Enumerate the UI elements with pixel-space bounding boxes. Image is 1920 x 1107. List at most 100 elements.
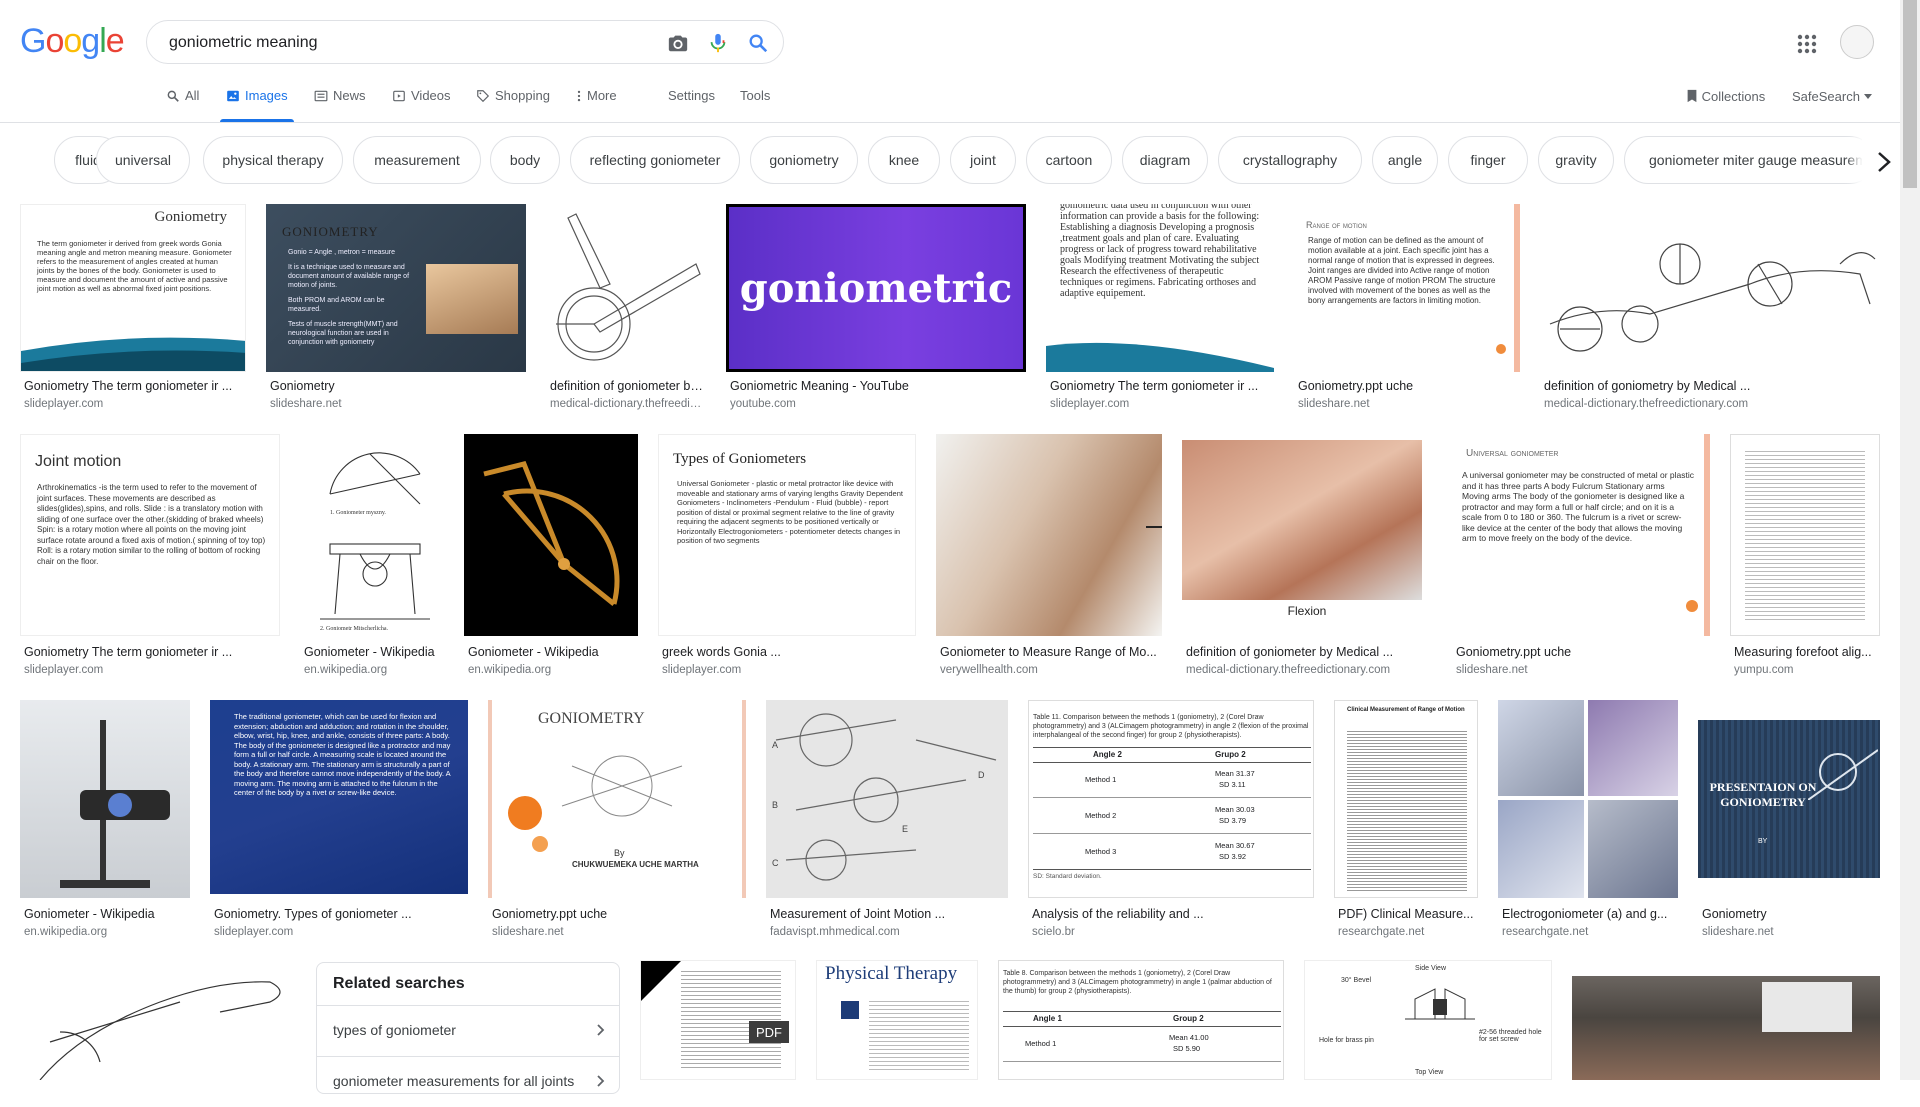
image-result[interactable]: [1572, 976, 1880, 1080]
result-source[interactable]: medical-dictionary.thefreedictionary.com: [1544, 398, 1880, 410]
image-result[interactable]: goniometric Goniometric Meaning - YouTub…: [726, 204, 1026, 414]
result-caption[interactable]: Electrogoniometer (a) and g...: [1502, 907, 1678, 921]
tab-tools[interactable]: Tools: [740, 88, 770, 122]
image-result[interactable]: Electrogoniometer (a) and g... researchg…: [1498, 700, 1678, 946]
result-thumbnail[interactable]: Range of motion Range of motion can be d…: [1294, 204, 1520, 372]
result-caption[interactable]: greek words Gonia ...: [662, 645, 916, 659]
scrollbar-thumb[interactable]: [1903, 0, 1917, 188]
chip[interactable]: measurement: [353, 136, 481, 184]
result-thumbnail[interactable]: Goniometry The term goniometer ir derive…: [20, 204, 246, 372]
image-result[interactable]: Clinical Measurement of Range of Motion …: [1334, 700, 1478, 946]
result-thumbnail[interactable]: [1540, 204, 1880, 372]
result-thumbnail[interactable]: A B C D E: [766, 700, 1008, 898]
result-thumbnail[interactable]: PRESENTAION ON GONIOMETRY BY: [1698, 700, 1880, 898]
result-thumbnail[interactable]: Physical Therapy: [816, 960, 978, 1080]
result-thumbnail[interactable]: Joint motion Arthrokinematics -is the te…: [20, 434, 280, 636]
result-source[interactable]: slideshare.net: [1456, 664, 1710, 676]
result-source[interactable]: slideplayer.com: [662, 664, 916, 676]
chip[interactable]: body: [490, 136, 560, 184]
result-thumbnail[interactable]: GONIOMETRY Gonio = Angle , metron = meas…: [266, 204, 526, 372]
image-result[interactable]: Table 11. Comparison between the methods…: [1028, 700, 1314, 946]
microphone-icon[interactable]: [707, 32, 729, 54]
result-thumbnail[interactable]: GONIOMETRY By CHUKWUEMEKA UCHE MARTHA: [488, 700, 746, 898]
image-result[interactable]: A B C D E Measurement of Joint Motion ..…: [766, 700, 1008, 946]
result-source[interactable]: en.wikipedia.org: [304, 664, 444, 676]
apps-grid-icon[interactable]: [1795, 32, 1819, 56]
result-caption[interactable]: definition of goniometer by Medical ...: [550, 379, 706, 393]
result-caption[interactable]: Goniometer to Measure Range of Mo...: [940, 645, 1162, 659]
search-input[interactable]: [167, 31, 631, 55]
result-caption[interactable]: Goniometer - Wikipedia: [468, 645, 638, 659]
tab-news[interactable]: News: [314, 88, 366, 122]
result-thumbnail[interactable]: [1730, 434, 1880, 636]
result-source[interactable]: scielo.br: [1032, 926, 1314, 938]
result-source[interactable]: slideplayer.com: [1050, 398, 1274, 410]
image-result[interactable]: Goniometry The term goniometer ir derive…: [20, 204, 246, 414]
image-result[interactable]: Range of motion Range of motion can be d…: [1294, 204, 1520, 414]
result-caption[interactable]: Analysis of the reliability and ...: [1032, 907, 1314, 921]
result-source[interactable]: fadavispt.mhmedical.com: [770, 926, 1008, 938]
result-source[interactable]: researchgate.net: [1338, 926, 1478, 938]
image-result[interactable]: goniometric data used in conjunction wit…: [1046, 204, 1274, 414]
chip[interactable]: physical therapy: [203, 136, 343, 184]
result-caption[interactable]: Goniometry. Types of goniometer ...: [214, 907, 468, 921]
tab-videos[interactable]: Videos: [392, 88, 451, 122]
result-caption[interactable]: definition of goniometry by Medical ...: [1544, 379, 1880, 393]
result-caption[interactable]: Goniometry The term goniometer ir ...: [24, 645, 280, 659]
result-thumbnail[interactable]: [464, 434, 638, 636]
result-source[interactable]: slideplayer.com: [24, 664, 280, 676]
chip[interactable]: goniometer miter gauge measurement: [1624, 136, 1874, 184]
chip[interactable]: diagram: [1122, 136, 1208, 184]
result-thumbnail[interactable]: Clinical Measurement of Range of Motion: [1334, 700, 1478, 898]
result-thumbnail[interactable]: Table 11. Comparison between the methods…: [1028, 700, 1314, 898]
result-source[interactable]: verywellhealth.com: [940, 664, 1162, 676]
result-source[interactable]: slideplayer.com: [214, 926, 468, 938]
tab-more[interactable]: More: [576, 88, 617, 122]
image-result[interactable]: Joint motion Arthrokinematics -is the te…: [20, 434, 280, 680]
result-source[interactable]: slideshare.net: [1702, 926, 1880, 938]
image-result[interactable]: Goniometer - Wikipedia en.wikipedia.org: [464, 434, 638, 680]
result-thumbnail[interactable]: The traditional goniometer, which can be…: [210, 700, 468, 894]
image-result[interactable]: The traditional goniometer, which can be…: [210, 700, 468, 946]
result-source[interactable]: researchgate.net: [1502, 926, 1678, 938]
image-result[interactable]: definition of goniometry by Medical ... …: [1540, 204, 1880, 414]
result-thumbnail[interactable]: [1572, 976, 1880, 1080]
result-caption[interactable]: Goniometry.ppt uche: [1298, 379, 1520, 393]
result-caption[interactable]: Measuring forefoot alig...: [1734, 645, 1880, 659]
image-result[interactable]: PRESENTAION ON GONIOMETRY BY Goniometry …: [1698, 700, 1880, 946]
result-caption[interactable]: Measurement of Joint Motion ...: [770, 907, 1008, 921]
result-thumbnail[interactable]: 1. Goniometer myszny. 2. Goniometr Mitsc…: [300, 434, 444, 636]
search-box[interactable]: [146, 20, 784, 64]
image-result[interactable]: Goniometer - Wikipedia en.wikipedia.org: [20, 700, 190, 946]
result-source[interactable]: yumpu.com: [1734, 664, 1880, 676]
result-caption[interactable]: PDF) Clinical Measure...: [1338, 907, 1478, 921]
google-logo[interactable]: Google: [20, 22, 125, 61]
chip[interactable]: angle: [1372, 136, 1438, 184]
result-source[interactable]: slideplayer.com: [24, 398, 246, 410]
result-thumbnail[interactable]: Table 8. Comparison between the methods …: [998, 960, 1284, 1080]
result-source[interactable]: medical-dictionary.thefreedictionary.com: [1186, 664, 1432, 676]
chip[interactable]: goniometry: [750, 136, 858, 184]
collections-link[interactable]: Collections: [1686, 89, 1765, 104]
chip[interactable]: universal: [96, 136, 190, 184]
tab-shopping[interactable]: Shopping: [476, 88, 550, 122]
image-result[interactable]: PDF: [640, 960, 796, 1080]
result-caption[interactable]: Goniometry: [270, 379, 526, 393]
image-result[interactable]: Table 8. Comparison between the methods …: [998, 960, 1284, 1080]
result-thumbnail[interactable]: Flexion: [1182, 434, 1432, 636]
related-search-item[interactable]: types of goniometer: [317, 1005, 619, 1056]
result-caption[interactable]: definition of goniometer by Medical ...: [1186, 645, 1432, 659]
chip[interactable]: cartoon: [1026, 136, 1112, 184]
result-thumbnail[interactable]: [936, 434, 1162, 636]
tab-all[interactable]: All: [166, 88, 199, 122]
image-result[interactable]: Types of Goniometers Universal Goniomete…: [658, 434, 916, 680]
image-result[interactable]: Flexion definition of goniometer by Medi…: [1182, 434, 1432, 680]
result-thumbnail[interactable]: goniometric data used in conjunction wit…: [1046, 204, 1274, 372]
result-thumbnail[interactable]: Types of Goniometers Universal Goniomete…: [658, 434, 916, 636]
result-source[interactable]: youtube.com: [730, 398, 1026, 410]
result-caption[interactable]: Goniometry The term goniometer ir ...: [1050, 379, 1274, 393]
result-caption[interactable]: Goniometry.ppt uche: [1456, 645, 1710, 659]
image-result[interactable]: Universal goniometer A universal goniome…: [1452, 434, 1710, 680]
image-result[interactable]: Physical Therapy: [816, 960, 978, 1080]
related-search-item[interactable]: goniometer measurements for all joints: [317, 1056, 619, 1107]
